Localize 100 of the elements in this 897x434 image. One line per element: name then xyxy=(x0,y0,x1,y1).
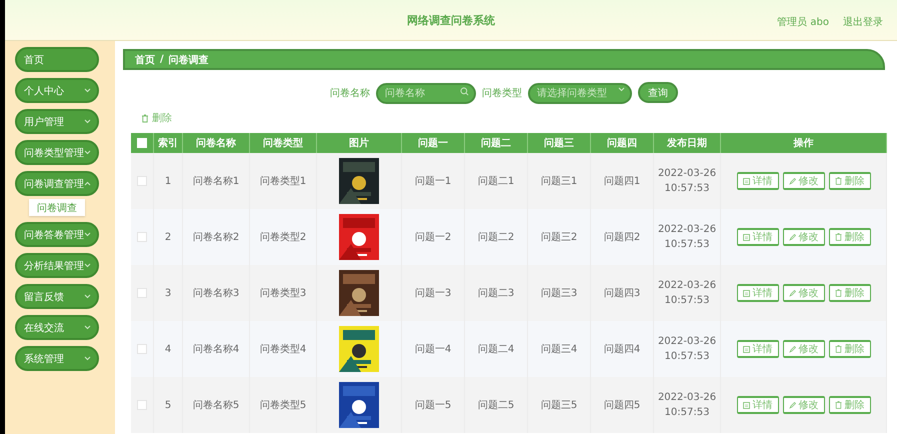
document-icon xyxy=(742,178,750,185)
edit-button[interactable]: 修改 xyxy=(782,284,824,302)
table-cell: 2 xyxy=(154,209,182,265)
sidebar-item[interactable]: 问卷答卷管理 xyxy=(15,222,99,247)
edit-button[interactable]: 修改 xyxy=(782,172,824,190)
column-header: 问卷类型 xyxy=(250,133,316,153)
table-cell: 问卷名称1 xyxy=(182,153,250,209)
detail-button[interactable]: 详情 xyxy=(736,228,778,246)
table-cell: 问题一5 xyxy=(402,377,464,433)
detail-button[interactable]: 详情 xyxy=(736,340,778,358)
sidebar-item[interactable]: 分析结果管理 xyxy=(15,253,99,278)
breadcrumb-item: / xyxy=(160,54,164,65)
delete-button[interactable]: 删除 xyxy=(141,111,172,125)
row-checkbox[interactable] xyxy=(137,400,147,410)
sidebar-item[interactable]: 在线交流 xyxy=(15,315,99,340)
table-cell: 2022-03-26 10:57:53 xyxy=(654,265,720,321)
delete-button[interactable]: 删除 xyxy=(828,228,870,246)
select-all-checkbox[interactable] xyxy=(137,138,147,148)
column-header: 问题一 xyxy=(402,133,464,153)
row-checkbox[interactable] xyxy=(137,232,147,242)
column-header: 问题三 xyxy=(528,133,590,153)
column-header: 问题二 xyxy=(464,133,528,153)
detail-button[interactable]: 详情 xyxy=(736,172,778,190)
table-cell: 问卷类型5 xyxy=(250,377,316,433)
table-cell: 问题三5 xyxy=(528,377,590,433)
type-select[interactable]: 请选择问卷类型 xyxy=(528,83,632,104)
delete-button[interactable]: 删除 xyxy=(828,396,870,414)
document-icon xyxy=(742,290,750,297)
trash-icon xyxy=(834,400,842,409)
delete-button[interactable]: 删除 xyxy=(828,284,870,302)
sidebar-item[interactable]: 问卷类型管理 xyxy=(15,140,99,165)
trash-icon xyxy=(834,288,842,297)
trash-icon xyxy=(834,176,842,185)
table-cell: 问卷名称4 xyxy=(182,321,250,377)
name-search-field[interactable]: 问卷名称 xyxy=(376,83,476,104)
field-label: 问卷名称 xyxy=(330,86,370,100)
table-cell: 2022-03-26 10:57:53 xyxy=(654,209,720,265)
pencil-icon xyxy=(788,178,796,185)
table-cell: 1 xyxy=(154,153,182,209)
pencil-icon xyxy=(788,402,796,409)
trash-icon xyxy=(141,114,149,122)
table-cell: 问卷类型3 xyxy=(250,265,316,321)
detail-button[interactable]: 详情 xyxy=(736,396,778,414)
table-cell: 问题三4 xyxy=(528,321,590,377)
table-cell: 问题一4 xyxy=(402,321,464,377)
row-checkbox[interactable] xyxy=(137,344,147,354)
logout-link[interactable]: 退出登录 xyxy=(843,15,883,29)
pencil-icon xyxy=(788,346,796,353)
sidebar-item[interactable]: 用户管理 xyxy=(15,109,99,134)
table-cell: 问卷名称3 xyxy=(182,265,250,321)
search-icon xyxy=(460,87,469,96)
document-icon xyxy=(742,402,750,409)
table-cell: 问卷类型1 xyxy=(250,153,316,209)
edit-button[interactable]: 修改 xyxy=(782,396,824,414)
table-cell: 问题四4 xyxy=(590,321,654,377)
table-cell: 问题一1 xyxy=(402,153,464,209)
table-cell: 问题一3 xyxy=(402,265,464,321)
table-cell: 问题二5 xyxy=(464,377,528,433)
breadcrumb-item[interactable]: 问卷调查 xyxy=(168,52,209,66)
trash-icon xyxy=(834,232,842,241)
edit-button[interactable]: 修改 xyxy=(782,340,824,358)
column-header: 图片 xyxy=(316,133,402,153)
table-cell: 3 xyxy=(154,265,182,321)
user-name: 管理员 abo xyxy=(777,16,829,29)
table-cell: 问题三3 xyxy=(528,265,590,321)
table-cell: 问题三1 xyxy=(528,153,590,209)
column-header: 发布日期 xyxy=(654,133,720,153)
document-icon xyxy=(742,346,750,353)
table-cell: 问卷名称2 xyxy=(182,209,250,265)
sidebar-item[interactable]: 问卷调查管理 xyxy=(15,171,99,196)
sidebar-item[interactable]: 首页 xyxy=(15,47,99,72)
column-header: 操作 xyxy=(720,133,886,153)
column-header: 问题四 xyxy=(590,133,654,153)
table-cell: 问题二4 xyxy=(464,321,528,377)
table-cell: 问题三2 xyxy=(528,209,590,265)
table-cell: 问题四1 xyxy=(590,153,654,209)
breadcrumb-item[interactable]: 首页 xyxy=(135,52,155,66)
table-cell: 2022-03-26 10:57:53 xyxy=(654,377,720,433)
row-checkbox[interactable] xyxy=(137,288,147,298)
edit-button[interactable]: 修改 xyxy=(782,228,824,246)
delete-button[interactable]: 删除 xyxy=(828,340,870,358)
submenu-item[interactable]: 问卷调查 xyxy=(29,199,85,216)
table-cell: 问卷类型2 xyxy=(250,209,316,265)
table-cell: 问题四2 xyxy=(590,209,654,265)
sidebar-item[interactable]: 系统管理 xyxy=(15,346,99,371)
table-cell: 问题二3 xyxy=(464,265,528,321)
field-label: 问卷类型 xyxy=(482,86,522,100)
row-checkbox[interactable] xyxy=(137,176,147,186)
table-cell: 问题四5 xyxy=(590,377,654,433)
query-button[interactable]: 查询 xyxy=(638,82,678,103)
table-cell: 5 xyxy=(154,377,182,433)
document-icon xyxy=(742,234,750,241)
detail-button[interactable]: 详情 xyxy=(736,284,778,302)
chevron-icon xyxy=(618,87,625,92)
trash-icon xyxy=(834,344,842,353)
pencil-icon xyxy=(788,234,796,241)
delete-button[interactable]: 删除 xyxy=(828,172,870,190)
sidebar-item[interactable]: 个人中心 xyxy=(15,78,99,103)
table-cell: 问题二1 xyxy=(464,153,528,209)
sidebar-item[interactable]: 留言反馈 xyxy=(15,284,99,309)
